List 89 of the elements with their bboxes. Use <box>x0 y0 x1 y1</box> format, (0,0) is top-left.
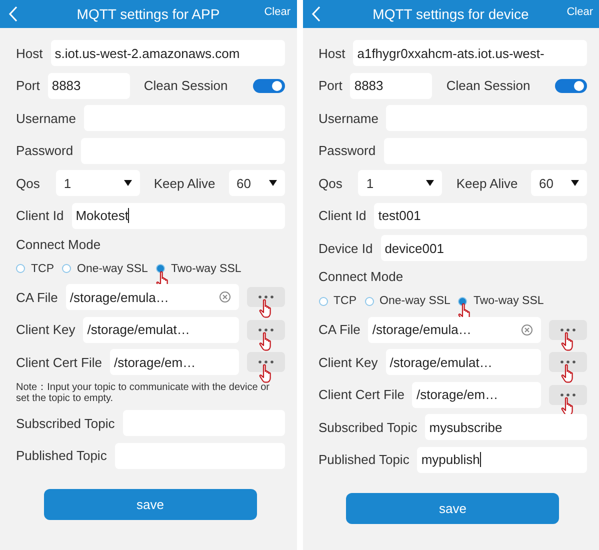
input-field[interactable]: /storage/em… <box>110 349 238 375</box>
dropdown[interactable]: 60 <box>228 170 284 196</box>
field-label: Password <box>16 143 74 158</box>
radio-button[interactable] <box>318 296 328 306</box>
radio-label: Two-way SSL <box>473 295 544 307</box>
dots-icon <box>560 392 576 396</box>
field-label: Subscribed Topic <box>16 416 115 430</box>
input-field[interactable]: Mokotest <box>72 202 284 228</box>
field-label: CA File <box>16 290 58 304</box>
caret-icon <box>268 180 276 186</box>
toggle-label: Clean Session <box>144 78 228 93</box>
input-field[interactable]: mysubscribe <box>425 414 587 440</box>
input-field[interactable]: device001 <box>380 235 587 261</box>
radio-label: TCP <box>31 262 54 274</box>
browse-button[interactable] <box>246 287 284 307</box>
input-field[interactable]: a1fhygr0xxahcm-ats.iot.us-west- <box>353 40 587 66</box>
field-label: Password <box>318 143 376 158</box>
radio-button[interactable] <box>16 264 25 273</box>
clear-icon[interactable] <box>521 324 533 336</box>
input-field[interactable]: /storage/emulat… <box>386 349 541 375</box>
input-field[interactable]: test001 <box>374 202 587 228</box>
browse-button[interactable] <box>549 384 587 404</box>
note-text: Note：Input your topic to communicate with the device or set the topic to empty. <box>16 382 270 404</box>
field-label: Device Id <box>318 240 373 256</box>
input-field[interactable]: /storage/emulat… <box>83 316 238 342</box>
radio-label: One-way SSL <box>77 262 148 274</box>
field-label: Port <box>318 78 342 93</box>
dots-icon <box>560 360 576 364</box>
browse-button[interactable] <box>246 320 284 340</box>
toggle-switch[interactable] <box>555 78 587 92</box>
field-label: Client Key <box>318 354 378 370</box>
field-label: Port <box>16 78 40 93</box>
section-heading: Connect Mode <box>318 269 404 284</box>
field-label: Client Key <box>16 322 76 337</box>
screen-title: MQTT settings for device <box>372 6 529 22</box>
field-label: Qos <box>16 176 40 190</box>
radio-button[interactable] <box>62 264 71 273</box>
dropdown[interactable]: 1 <box>56 170 140 196</box>
field-label: CA File <box>318 322 360 337</box>
radio-label: One-way SSL <box>380 295 450 307</box>
field-label: Client Id <box>16 208 64 223</box>
clear-button[interactable]: Clear <box>262 6 292 18</box>
dropdown[interactable]: 60 <box>531 170 587 196</box>
radio-label: Two-way SSL <box>170 262 242 274</box>
radio-button[interactable] <box>458 296 468 306</box>
caret-icon <box>426 180 434 186</box>
screen-title: MQTT settings for APP <box>76 6 220 22</box>
dots-icon <box>258 360 274 364</box>
input-field[interactable]: mypublish <box>417 446 587 472</box>
browse-button[interactable] <box>549 352 587 372</box>
field-label: Host <box>16 46 43 60</box>
radio-label: TCP <box>334 295 356 307</box>
field-label: Keep Alive <box>456 176 518 190</box>
input-field[interactable]: /storage/emula… <box>66 284 238 310</box>
dots-icon <box>258 328 274 332</box>
field-label: Username <box>16 110 76 126</box>
dots-icon <box>560 328 576 332</box>
back-icon[interactable] <box>310 6 320 22</box>
radio-button[interactable] <box>156 264 165 273</box>
field-label: Published Topic <box>16 448 107 463</box>
save-button[interactable]: save <box>44 489 257 520</box>
toggle-label: Clean Session <box>446 78 530 93</box>
caret-icon <box>124 180 132 186</box>
field-label: Client Cert File <box>16 354 102 370</box>
field-label: Qos <box>318 176 342 190</box>
input-field[interactable]: s.iot.us-west-2.amazonaws.com <box>50 40 284 66</box>
save-button[interactable]: save <box>346 493 560 524</box>
field-label: Client Cert File <box>318 387 404 402</box>
field-label: Keep Alive <box>154 176 216 190</box>
input-field[interactable]: 8883 <box>350 72 432 98</box>
field-label: Client Id <box>318 208 366 223</box>
clear-button[interactable]: Clear <box>564 6 595 18</box>
browse-button[interactable] <box>246 352 284 372</box>
radio-button[interactable] <box>364 296 374 306</box>
field-label: Host <box>318 46 346 60</box>
dropdown[interactable]: 1 <box>358 170 442 196</box>
input-field[interactable]: /storage/em… <box>412 382 541 408</box>
dots-icon <box>258 295 274 299</box>
input-field[interactable]: 8883 <box>48 72 130 98</box>
input-field[interactable]: /storage/emula… <box>368 316 541 342</box>
toggle-switch[interactable] <box>252 78 284 92</box>
back-icon[interactable] <box>8 6 18 22</box>
section-heading: Connect Mode <box>16 236 101 252</box>
clear-icon[interactable] <box>218 291 230 303</box>
browse-button[interactable] <box>549 320 587 340</box>
field-label: Username <box>318 110 378 126</box>
field-label: Subscribed Topic <box>318 420 418 434</box>
caret-icon <box>571 180 579 186</box>
field-label: Published Topic <box>318 452 410 467</box>
